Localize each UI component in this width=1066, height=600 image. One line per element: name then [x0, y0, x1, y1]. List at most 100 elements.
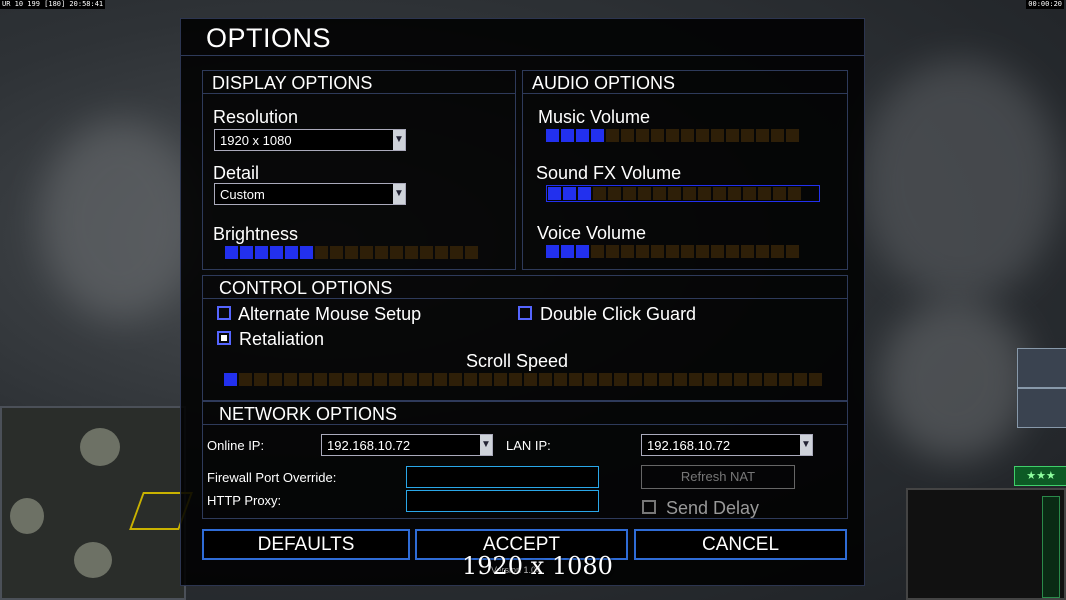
slider-segment[interactable] — [636, 245, 649, 258]
slider-segment[interactable] — [225, 246, 238, 259]
slider-segment[interactable] — [450, 246, 463, 259]
slider-segment[interactable] — [606, 245, 619, 258]
slider-segment[interactable] — [636, 129, 649, 142]
cancel-button[interactable]: CANCEL — [634, 529, 847, 560]
slider-segment[interactable] — [623, 187, 636, 200]
slider-segment[interactable] — [698, 187, 711, 200]
slider-segment[interactable] — [696, 129, 709, 142]
slider-segment[interactable] — [771, 129, 784, 142]
slider-segment[interactable] — [240, 246, 253, 259]
slider-segment[interactable] — [254, 373, 267, 386]
retaliation-checkbox[interactable] — [217, 331, 231, 345]
slider-segment[interactable] — [651, 245, 664, 258]
slider-segment[interactable] — [359, 373, 372, 386]
slider-segment[interactable] — [621, 129, 634, 142]
slider-segment[interactable] — [788, 187, 801, 200]
slider-segment[interactable] — [621, 245, 634, 258]
slider-segment[interactable] — [435, 246, 448, 259]
slider-segment[interactable] — [494, 373, 507, 386]
slider-segment[interactable] — [374, 373, 387, 386]
slider-segment[interactable] — [749, 373, 762, 386]
slider-segment[interactable] — [644, 373, 657, 386]
slider-segment[interactable] — [569, 373, 582, 386]
refresh-nat-button[interactable]: Refresh NAT — [641, 465, 795, 489]
resolution-dropdown[interactable]: 1920 x 1080 ▼ — [214, 129, 406, 151]
slider-segment[interactable] — [666, 129, 679, 142]
slider-segment[interactable] — [786, 129, 799, 142]
lan-ip-dropdown[interactable]: 192.168.10.72 ▼ — [641, 434, 813, 456]
slider-segment[interactable] — [593, 187, 606, 200]
slider-segment[interactable] — [284, 373, 297, 386]
slider-segment[interactable] — [269, 373, 282, 386]
minimap[interactable] — [0, 406, 193, 600]
slider-segment[interactable] — [651, 129, 664, 142]
slider-segment[interactable] — [299, 373, 312, 386]
slider-segment[interactable] — [599, 373, 612, 386]
sound-fx-volume-slider[interactable] — [546, 185, 820, 202]
slider-segment[interactable] — [629, 373, 642, 386]
chevron-down-icon[interactable]: ▼ — [393, 130, 405, 150]
slider-segment[interactable] — [584, 373, 597, 386]
scroll-speed-slider[interactable] — [224, 373, 822, 386]
slider-segment[interactable] — [330, 246, 343, 259]
slider-segment[interactable] — [561, 129, 574, 142]
slider-segment[interactable] — [270, 246, 283, 259]
slider-segment[interactable] — [509, 373, 522, 386]
slider-segment[interactable] — [465, 246, 478, 259]
slider-segment[interactable] — [741, 129, 754, 142]
slider-segment[interactable] — [726, 245, 739, 258]
slider-segment[interactable] — [591, 245, 604, 258]
slider-segment[interactable] — [696, 245, 709, 258]
slider-segment[interactable] — [239, 373, 252, 386]
slider-segment[interactable] — [546, 245, 559, 258]
slider-segment[interactable] — [314, 373, 327, 386]
slider-segment[interactable] — [419, 373, 432, 386]
slider-segment[interactable] — [786, 245, 799, 258]
chevron-down-icon[interactable]: ▼ — [800, 435, 812, 455]
slider-segment[interactable] — [524, 373, 537, 386]
slider-segment[interactable] — [773, 187, 786, 200]
slider-segment[interactable] — [546, 129, 559, 142]
slider-segment[interactable] — [713, 187, 726, 200]
slider-segment[interactable] — [554, 373, 567, 386]
slider-segment[interactable] — [764, 373, 777, 386]
slider-segment[interactable] — [668, 187, 681, 200]
slider-segment[interactable] — [434, 373, 447, 386]
slider-segment[interactable] — [666, 245, 679, 258]
double-click-guard-checkbox[interactable] — [518, 306, 532, 320]
slider-segment[interactable] — [285, 246, 298, 259]
slider-segment[interactable] — [449, 373, 462, 386]
slider-segment[interactable] — [224, 373, 237, 386]
voice-volume-slider[interactable] — [546, 245, 799, 258]
slider-segment[interactable] — [576, 245, 589, 258]
slider-segment[interactable] — [674, 373, 687, 386]
slider-segment[interactable] — [681, 245, 694, 258]
slider-segment[interactable] — [404, 373, 417, 386]
slider-segment[interactable] — [771, 245, 784, 258]
slider-segment[interactable] — [345, 246, 358, 259]
music-volume-slider[interactable] — [546, 129, 799, 142]
firewall-port-input[interactable] — [406, 466, 599, 488]
chevron-down-icon[interactable]: ▼ — [480, 435, 492, 455]
chevron-down-icon[interactable]: ▼ — [393, 184, 405, 204]
slider-segment[interactable] — [300, 246, 313, 259]
slider-segment[interactable] — [659, 373, 672, 386]
slider-segment[interactable] — [741, 245, 754, 258]
slider-segment[interactable] — [255, 246, 268, 259]
slider-segment[interactable] — [420, 246, 433, 259]
send-delay-checkbox[interactable] — [642, 500, 656, 514]
slider-segment[interactable] — [375, 246, 388, 259]
slider-segment[interactable] — [606, 129, 619, 142]
http-proxy-input[interactable] — [406, 490, 599, 512]
slider-segment[interactable] — [548, 187, 561, 200]
slider-segment[interactable] — [711, 129, 724, 142]
alternate-mouse-checkbox[interactable] — [217, 306, 231, 320]
slider-segment[interactable] — [728, 187, 741, 200]
slider-segment[interactable] — [539, 373, 552, 386]
detail-dropdown[interactable]: Custom ▼ — [214, 183, 406, 205]
slider-segment[interactable] — [794, 373, 807, 386]
slider-segment[interactable] — [756, 129, 769, 142]
slider-segment[interactable] — [704, 373, 717, 386]
slider-segment[interactable] — [614, 373, 627, 386]
slider-segment[interactable] — [809, 373, 822, 386]
